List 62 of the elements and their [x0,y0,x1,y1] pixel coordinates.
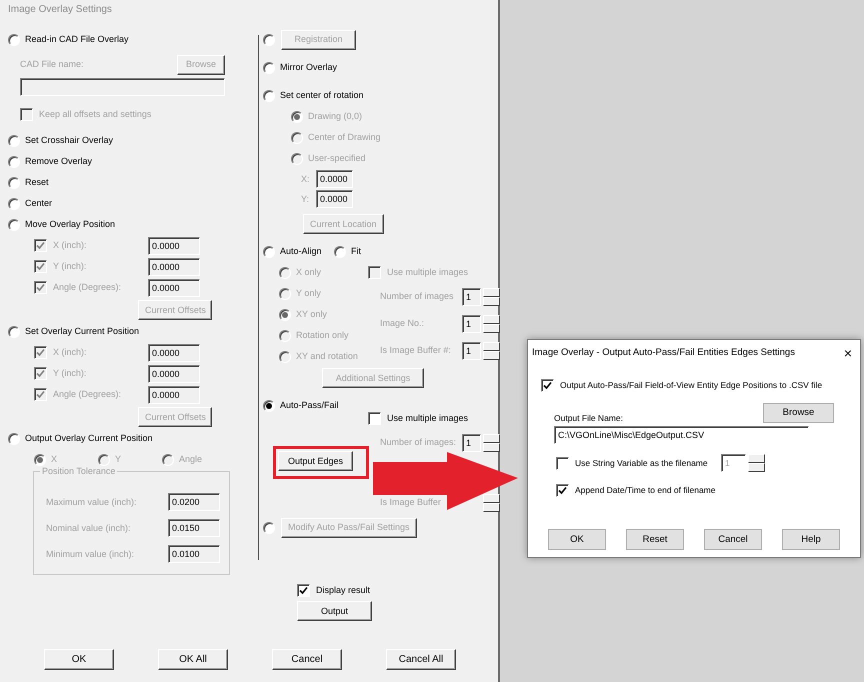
push-button[interactable]: OK [548,529,606,550]
checkbox[interactable]: Use multiple images [368,412,468,425]
field-label: Nominal value (inch): [46,522,132,534]
window-title: Image Overlay Settings [7,3,113,17]
field-label: Is Image Buffer #: [380,345,452,356]
group-label: Position Tolerance [40,466,118,477]
field-label: Is Image Buffer [380,497,441,508]
radio-option[interactable]: Auto-Pass/Fail [263,400,339,412]
push-button[interactable]: Cancel [272,649,342,670]
checkbox[interactable]: Append Date/Time to end of filename [556,484,716,496]
field-label: Number of images [380,291,455,302]
checkbox[interactable]: Output Auto-Pass/Fail Field-of-View Entity Edge Positions to .CSV file [541,378,822,392]
window-title: Image Overlay - Output Auto-Pass/Fail Entities Edges Settings [532,347,795,359]
push-button[interactable]: Output [297,601,372,621]
radio-option[interactable]: Output Overlay Current Position [8,432,153,444]
close-button[interactable]: × [844,346,852,360]
spin-arrows[interactable] [748,454,765,472]
push-button[interactable]: Browse [763,403,834,423]
checkbox[interactable]: Display result [297,584,370,597]
radio-option[interactable]: Mirror Overlay [263,62,338,74]
push-button[interactable]: Help [782,529,840,550]
radio-option[interactable]: Set Overlay Current Position [8,326,140,338]
push-button[interactable]: Output Edges [278,451,353,471]
push-button[interactable]: Cancel [704,529,762,550]
check-icon [299,586,308,595]
radio-option[interactable]: Move Overlay Position [8,218,116,230]
radio-option[interactable]: Reset [8,176,49,188]
radio-option[interactable]: Auto-Align [263,246,334,258]
spin-arrows[interactable] [483,342,500,360]
radio-option[interactable]: Remove Overlay [8,156,92,168]
check-icon [543,380,552,390]
push-button[interactable]: OK [44,649,114,670]
field-label: Maximum value (inch): [46,496,138,508]
push-button[interactable]: Cancel All [386,649,456,670]
spin-arrows[interactable] [483,314,500,332]
field-label: Number of images: [380,437,458,448]
spin-arrows[interactable] [483,494,500,512]
radio-option[interactable]: Center [8,198,52,210]
check-icon [36,369,45,378]
field-label: X: [301,174,311,184]
check-icon [36,390,45,399]
radio-option[interactable]: Set Crosshair Overlay [8,134,114,146]
field-label: CAD File name: [20,59,84,70]
push-button[interactable]: Reset [626,529,684,550]
text-field[interactable] [20,78,225,96]
check-icon [36,262,45,271]
radio-option[interactable]: Fit [334,246,361,258]
field-label: Minimum value (inch): [46,548,136,560]
check-icon [36,348,45,357]
radio-option[interactable]: Read-in CAD File Overlay [8,34,129,46]
radio-option[interactable]: Set center of rotation [263,90,364,102]
check-icon [36,241,45,250]
check-icon [558,486,567,494]
text-field[interactable]: C:\VGOnLine\Misc\EdgeOutput.CSV [554,426,809,444]
checkbox[interactable]: Use String Variable as the filename [556,456,721,470]
field-label: Image No.: [380,318,426,329]
spin-arrows[interactable] [483,288,500,306]
spin-arrows[interactable] [483,434,500,452]
field-label: Y: [301,194,310,204]
check-icon [36,283,45,292]
push-button[interactable]: OK All [158,649,228,670]
field-label: Output File Name: [554,412,623,423]
